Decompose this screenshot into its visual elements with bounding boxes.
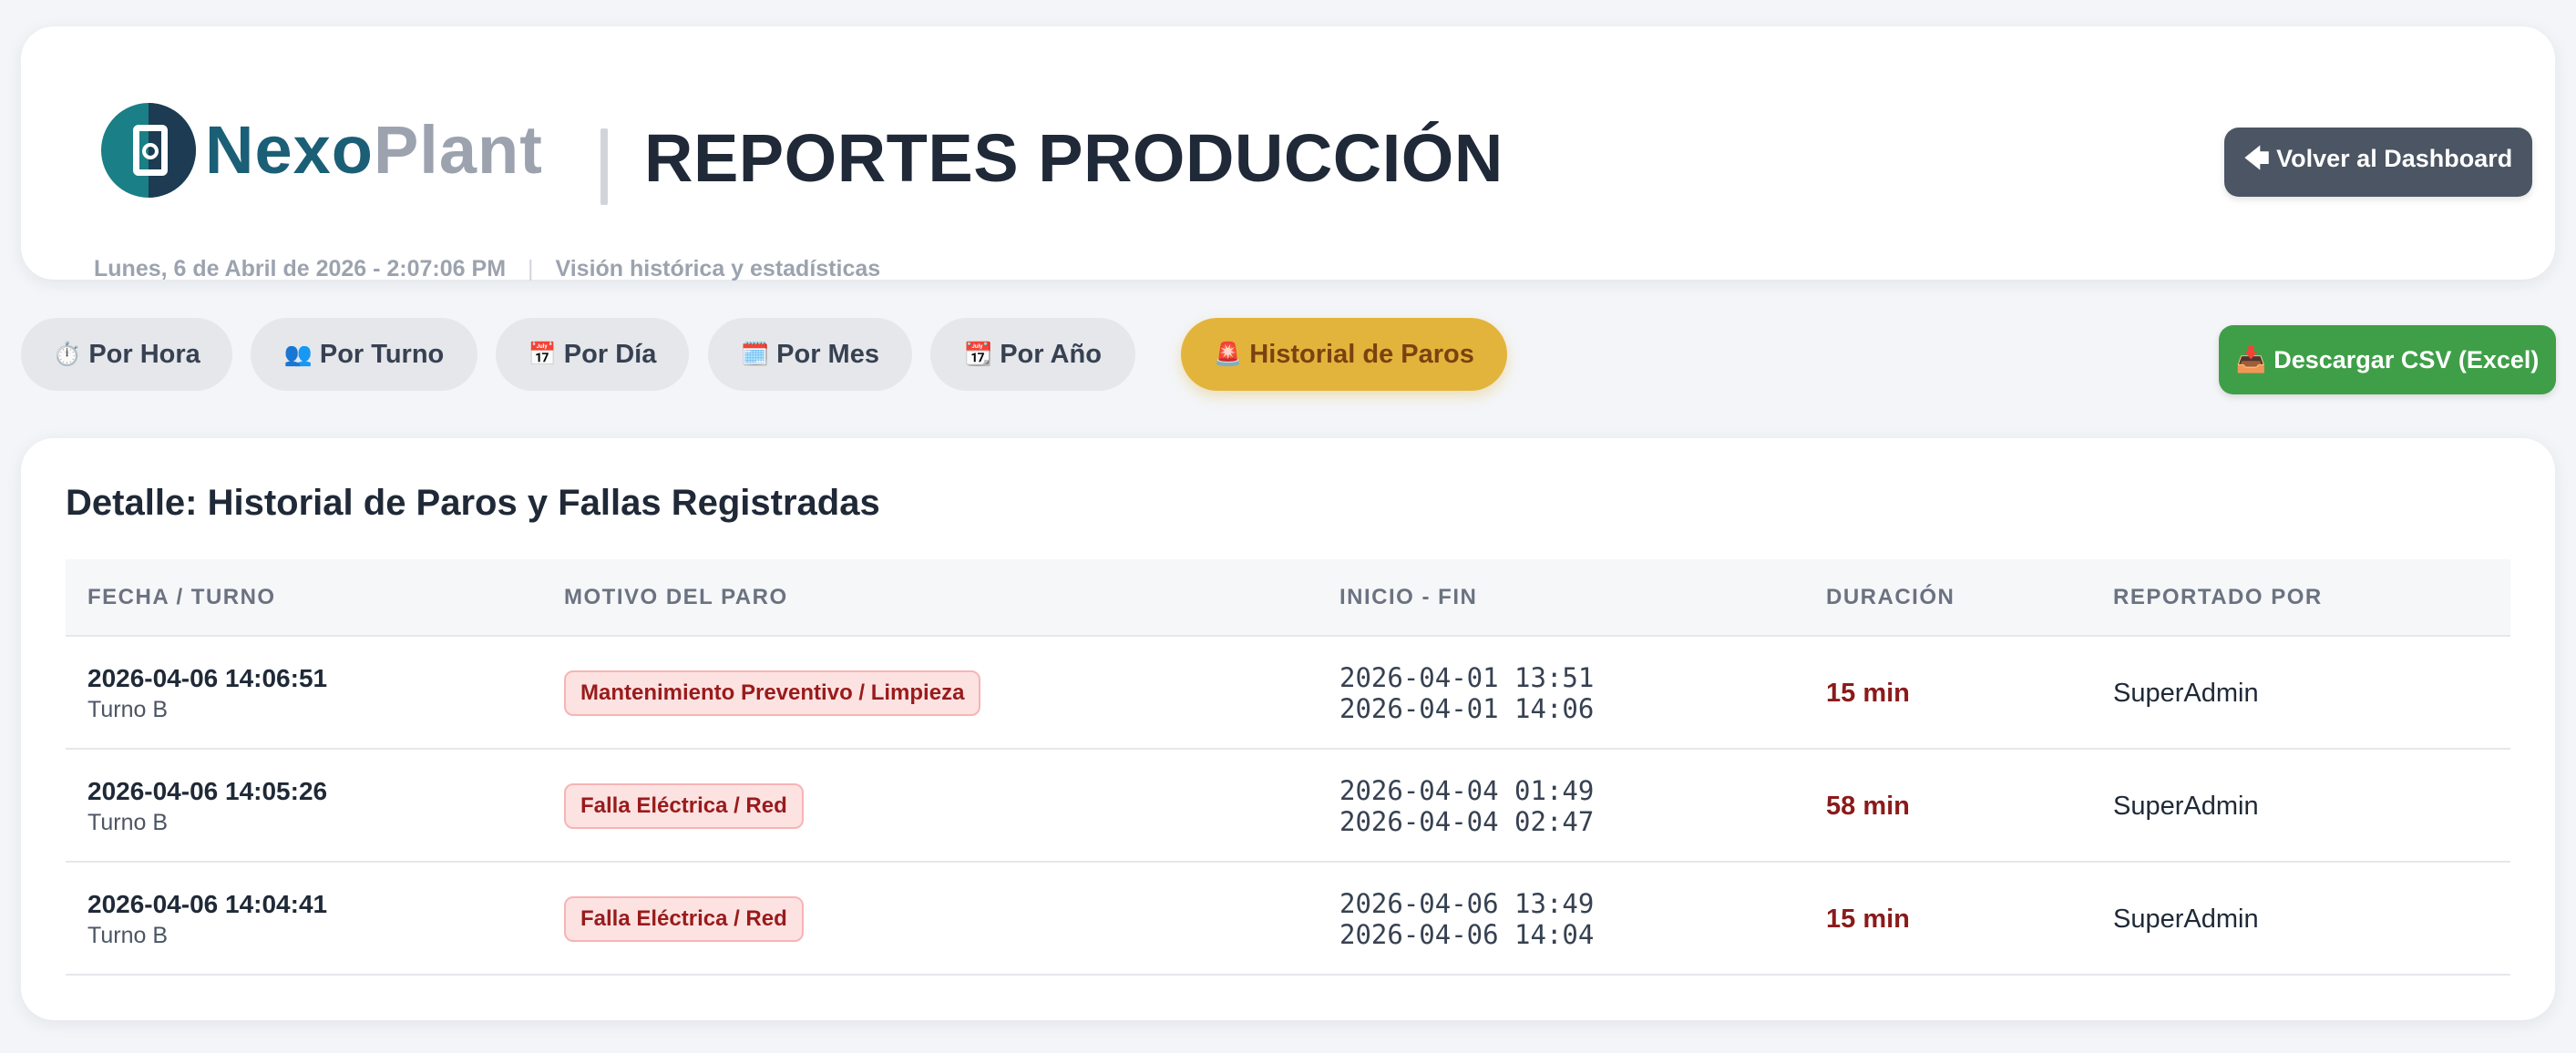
current-datetime: Lunes, 6 de Abril de 2026 - 2:07:06 PM xyxy=(94,256,507,281)
motivo-cell: Falla Eléctrica / Red xyxy=(564,863,804,976)
turno-value: Turno B xyxy=(87,696,169,722)
duracion-cell: 15 min xyxy=(1826,863,1910,976)
calendar-icon: 📅 xyxy=(528,341,557,367)
column-header-motivo: MOTIVO DEL PARO xyxy=(564,584,788,609)
people-icon: 👥 xyxy=(283,341,313,367)
duracion-value: 15 min xyxy=(1826,904,1910,934)
fecha-turno-cell: 2026-04-06 14:05:26 Turno B xyxy=(87,750,327,863)
detail-title: Detalle: Historial de Paros y Fallas Reg… xyxy=(66,483,880,523)
fecha-value: 2026-04-06 14:05:26 xyxy=(87,776,328,805)
motivo-cell: Falla Eléctrica / Red xyxy=(564,750,804,863)
tab-label: Por Turno xyxy=(319,339,445,369)
header-card: NexoPlant REPORTES PRODUCCIÓN 🡄 Volver a… xyxy=(21,26,2555,282)
tab-label: Por Mes xyxy=(776,339,879,369)
inicio-fin-cell: 2026-04-01 13:51 2026-04-01 14:06 xyxy=(1339,637,1594,750)
motivo-badge: Mantenimiento Preventivo / Limpieza xyxy=(564,670,981,716)
download-tray-icon: 📥 xyxy=(2235,346,2267,373)
siren-icon: 🚨 xyxy=(1214,341,1243,367)
logo-icon xyxy=(101,103,196,198)
stops-table: FECHA / TURNO MOTIVO DEL PARO INICIO - F… xyxy=(66,559,2510,976)
fecha-value: 2026-04-06 14:04:41 xyxy=(87,889,328,918)
tab-por-hora[interactable]: ⏱️ Por Hora xyxy=(21,318,232,391)
motivo-badge: Falla Eléctrica / Red xyxy=(564,896,804,942)
duracion-value: 15 min xyxy=(1826,678,1910,708)
column-header-duracion: DURACIÓN xyxy=(1826,584,1955,609)
table-row: 2026-04-06 14:04:41 Turno B Falla Eléctr… xyxy=(66,863,2510,976)
column-header-reportado: REPORTADO POR xyxy=(2113,584,2323,609)
turno-value: Turno B xyxy=(87,922,169,948)
tab-por-mes[interactable]: 🗓️ Por Mes xyxy=(708,318,912,391)
tab-por-turno[interactable]: 👥 Por Turno xyxy=(251,318,477,391)
nexoplant-logo: NexoPlant xyxy=(101,87,543,214)
reportado-cell: SuperAdmin xyxy=(2113,863,2259,976)
motivo-cell: Mantenimiento Preventivo / Limpieza xyxy=(564,637,981,750)
page-title: REPORTES PRODUCCIÓN xyxy=(644,120,1504,196)
fecha-value: 2026-04-06 14:06:51 xyxy=(87,663,328,692)
reportado-value: SuperAdmin xyxy=(2113,791,2259,821)
subline-separator: | xyxy=(528,256,534,281)
tab-label: Por Día xyxy=(563,339,657,369)
brand-name-part1: Nexo xyxy=(205,112,374,188)
inicio-value: 2026-04-06 13:49 xyxy=(1339,888,1595,919)
fecha-turno-cell: 2026-04-06 14:06:51 Turno B xyxy=(87,637,327,750)
table-row: 2026-04-06 14:05:26 Turno B Falla Eléctr… xyxy=(66,750,2510,863)
duracion-cell: 58 min xyxy=(1826,750,1910,863)
inicio-fin-cell: 2026-04-06 13:49 2026-04-06 14:04 xyxy=(1339,863,1594,976)
reportado-cell: SuperAdmin xyxy=(2113,750,2259,863)
tab-label: Por Año xyxy=(1000,339,1102,369)
calendar-year-icon: 📆 xyxy=(964,341,993,367)
brand-name-part2: Plant xyxy=(373,112,543,188)
tab-label: Historial de Paros xyxy=(1249,339,1474,369)
logo-text: NexoPlant xyxy=(205,117,543,184)
reportado-cell: SuperAdmin xyxy=(2113,637,2259,750)
duracion-value: 58 min xyxy=(1826,791,1910,821)
title-divider xyxy=(600,128,608,205)
tab-label: Por Hora xyxy=(88,339,200,369)
download-csv-button[interactable]: 📥 Descargar CSV (Excel) xyxy=(2219,325,2556,394)
header-subline: Lunes, 6 de Abril de 2026 - 2:07:06 PM |… xyxy=(94,256,880,282)
reportado-value: SuperAdmin xyxy=(2113,678,2259,708)
calendar-month-icon: 🗓️ xyxy=(741,341,770,367)
fin-value: 2026-04-01 14:06 xyxy=(1339,693,1595,724)
turno-value: Turno B xyxy=(87,809,169,835)
tab-por-ano[interactable]: 📆 Por Año xyxy=(930,318,1135,391)
fecha-turno-cell: 2026-04-06 14:04:41 Turno B xyxy=(87,863,327,976)
reportado-value: SuperAdmin xyxy=(2113,904,2259,934)
stopwatch-icon: ⏱️ xyxy=(53,341,82,367)
column-header-fecha: FECHA / TURNO xyxy=(87,584,276,609)
download-csv-label: Descargar CSV (Excel) xyxy=(2273,345,2540,373)
inicio-value: 2026-04-04 01:49 xyxy=(1339,775,1595,806)
inicio-fin-cell: 2026-04-04 01:49 2026-04-04 02:47 xyxy=(1339,750,1594,863)
tab-historial-de-paros[interactable]: 🚨 Historial de Paros xyxy=(1181,318,1507,391)
page-subtitle: Visión histórica y estadísticas xyxy=(555,256,881,281)
tab-por-dia[interactable]: 📅 Por Día xyxy=(496,318,689,391)
table-row: 2026-04-06 14:06:51 Turno B Mantenimient… xyxy=(66,637,2510,750)
column-header-inicio-fin: INICIO - FIN xyxy=(1339,584,1478,609)
motivo-badge: Falla Eléctrica / Red xyxy=(564,783,804,829)
table-header: FECHA / TURNO MOTIVO DEL PARO INICIO - F… xyxy=(66,559,2510,637)
fin-value: 2026-04-04 02:47 xyxy=(1339,806,1595,837)
detail-card: Detalle: Historial de Paros y Fallas Reg… xyxy=(21,438,2555,1020)
back-to-dashboard-button[interactable]: 🡄 Volver al Dashboard xyxy=(2224,128,2532,197)
duracion-cell: 15 min xyxy=(1826,637,1910,750)
inicio-value: 2026-04-01 13:51 xyxy=(1339,662,1595,693)
fin-value: 2026-04-06 14:04 xyxy=(1339,919,1595,950)
